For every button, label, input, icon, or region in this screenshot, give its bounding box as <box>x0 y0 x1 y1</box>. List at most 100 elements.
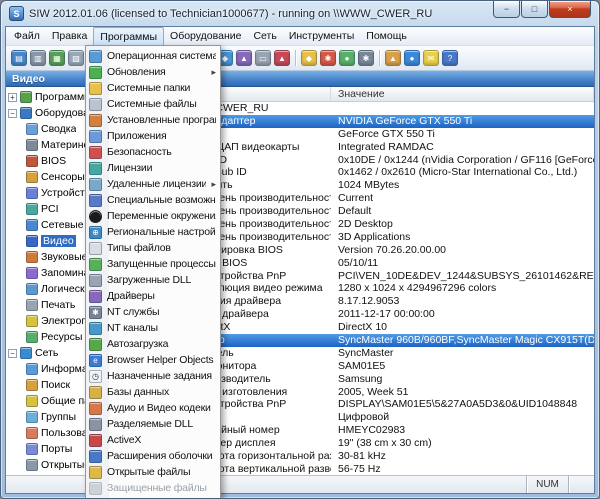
menu-item-licenses[interactable]: Лицензии <box>86 160 220 176</box>
tree-item-groups[interactable]: Группы <box>8 409 85 425</box>
toolbar-processes-icon[interactable]: ● <box>339 50 355 66</box>
toolbar-devices-icon[interactable]: ▲ <box>236 50 252 66</box>
menu-item-running-processes[interactable]: Запущенные процессы <box>86 256 220 272</box>
menu-item-installed-programs[interactable]: Установленные программы <box>86 112 220 128</box>
menu-item-scheduled-tasks[interactable]: ◷Назначенные задания <box>86 368 220 384</box>
tree-expander-icon[interactable]: + <box>8 93 17 102</box>
menu-item-label: Операционная система <box>107 50 216 62</box>
tree-item-printing[interactable]: Печать <box>8 297 85 313</box>
tree-item-network-adapters[interactable]: Сетевые адаптеры <box>8 217 85 233</box>
menu-item-open-files[interactable]: Открытые файлы <box>86 464 220 480</box>
row-value: 1024 MBytes <box>331 179 594 192</box>
information-icon <box>26 363 38 375</box>
menubar-item-file[interactable]: Файл <box>8 27 46 45</box>
tree-expander-icon[interactable]: − <box>8 109 17 118</box>
toolbar-copy-icon[interactable]: ▥ <box>30 50 46 66</box>
menu-item-audio-video-codecs[interactable]: Аудио и Видео кодеки <box>86 400 220 416</box>
menu-item-drivers[interactable]: Драйверы <box>86 288 220 304</box>
menu-item-loaded-dll[interactable]: Загруженные DLL <box>86 272 220 288</box>
toolbar-help-icon[interactable]: ? <box>442 50 458 66</box>
menu-item-shell-extensions[interactable]: Расширения оболочки <box>86 448 220 464</box>
menu-item-nt-services[interactable]: ✱NT службы <box>86 304 220 320</box>
menu-item-system-files[interactable]: Системные файлы <box>86 96 220 112</box>
toolbar-report-icon[interactable]: ▦ <box>49 50 65 66</box>
menu-item-databases[interactable]: Базы данных <box>86 384 220 400</box>
menu-item-accessibility[interactable]: Специальные возможности <box>86 192 220 208</box>
menubar-item-network[interactable]: Сеть <box>247 27 282 45</box>
toolbar-printer-icon[interactable]: ▭ <box>255 50 271 66</box>
menu-item-label: Разделяемые DLL <box>107 418 216 430</box>
row-value: GeForce GTX 550 Ti <box>331 128 594 141</box>
toolbar-web-icon[interactable]: ● <box>404 50 420 66</box>
tree-item-network[interactable]: −Сеть <box>8 345 85 361</box>
toolbar-home-icon[interactable]: ▲ <box>385 50 401 66</box>
menubar-item-programs[interactable]: Программы <box>93 27 164 45</box>
tree-item-motherboard[interactable]: Материнская плата <box>8 137 85 153</box>
toolbar-mail-icon[interactable]: ✉ <box>423 50 439 66</box>
menu-item-label: Загруженные DLL <box>107 274 216 286</box>
toolbar-print-icon[interactable]: ▧ <box>68 50 84 66</box>
menubar-item-edit[interactable]: Правка <box>46 27 93 45</box>
menu-item-remote-licenses[interactable]: Удаленные лицензии▸ <box>86 176 220 192</box>
tree-item-label: Сводка <box>41 123 76 135</box>
tree-item-pci[interactable]: PCI <box>8 201 85 217</box>
toolbar-services-icon[interactable]: ✱ <box>358 50 374 66</box>
tree-item-label: Электропитание <box>41 315 85 327</box>
tree-item-programs[interactable]: +Программы <box>8 89 85 105</box>
toolbar-summary-icon[interactable]: ▤ <box>11 50 27 66</box>
tree-expander-icon[interactable]: − <box>8 349 17 358</box>
tree-item-logical-disks[interactable]: Логические диски <box>8 281 85 297</box>
tree-item-power[interactable]: Электропитание <box>8 313 85 329</box>
printing-icon <box>26 299 38 311</box>
menu-item-regional-settings[interactable]: ⊕Региональные настройки <box>86 224 220 240</box>
menubar-item-help[interactable]: Помощь <box>360 27 413 45</box>
tree-item-label: Сетевые адаптеры <box>41 219 85 231</box>
menu-item-environment-variables[interactable]: Переменные окружения <box>86 208 220 224</box>
menu-item-label: Лицензии <box>107 162 216 174</box>
menu-item-shared-dll[interactable]: Разделяемые DLL <box>86 416 220 432</box>
menu-item-updates[interactable]: Обновления▸ <box>86 64 220 80</box>
tree-item-devices[interactable]: Устройства <box>8 185 85 201</box>
menu-item-label: Драйверы <box>107 290 216 302</box>
tree-item-search[interactable]: Поиск <box>8 377 85 393</box>
app-icon: S <box>9 6 24 21</box>
tree-item-summary[interactable]: Сводка <box>8 121 85 137</box>
column-header-value[interactable]: Значение <box>331 87 594 101</box>
menu-item-browser-helper-objects[interactable]: eBrowser Helper Objects <box>86 352 220 368</box>
tree-item-information[interactable]: Информация <box>8 361 85 377</box>
toolbar-key-icon[interactable]: ◆ <box>301 50 317 66</box>
window-close-button[interactable]: × <box>549 1 591 18</box>
toolbar-security-icon[interactable]: ▲ <box>274 50 290 66</box>
tree-item-label: Видео <box>41 235 76 247</box>
menu-item-autorun[interactable]: Автозагрузка <box>86 336 220 352</box>
row-value: 56-75 Hz <box>331 463 594 475</box>
window-minimize-button[interactable]: − <box>493 1 520 18</box>
window-maximize-button[interactable]: □ <box>521 1 548 18</box>
menu-item-activex[interactable]: ActiveX <box>86 432 220 448</box>
tree-item-ports[interactable]: Порты <box>8 441 85 457</box>
row-value: SyncMaster <box>331 347 594 360</box>
tree-item-hardware[interactable]: −Оборудование <box>8 105 85 121</box>
menu-item-file-types[interactable]: Типы файлов <box>86 240 220 256</box>
tree-item-video[interactable]: Видео <box>8 233 85 249</box>
tree-item-storage-devices[interactable]: Запоминающие устройства <box>8 265 85 281</box>
menu-item-nt-pipes[interactable]: NT каналы <box>86 320 220 336</box>
tree-item-users[interactable]: Пользователи <box>8 425 85 441</box>
menu-item-system-folders[interactable]: Системные папки <box>86 80 220 96</box>
menu-item-security[interactable]: Безопасность <box>86 144 220 160</box>
toolbar-tools-icon[interactable]: ✱ <box>320 50 336 66</box>
menubar-item-tools[interactable]: Инструменты <box>283 27 360 45</box>
menubar-item-hardware[interactable]: Оборудование <box>164 27 247 45</box>
menu-item-applications[interactable]: Приложения <box>86 128 220 144</box>
running-processes-icon <box>89 258 102 271</box>
file-types-icon <box>89 242 102 255</box>
menu-item-operating-system[interactable]: Операционная система <box>86 48 220 64</box>
tree-item-label: Устройства <box>41 187 85 199</box>
tree-item-shared-folders[interactable]: Общие папки <box>8 393 85 409</box>
protected-files-icon <box>89 482 102 495</box>
tree-item-audio-devices[interactable]: Звуковые устройства <box>8 249 85 265</box>
tree-item-resources[interactable]: Ресурсы <box>8 329 85 345</box>
tree-item-sensors[interactable]: Сенсоры <box>8 169 85 185</box>
tree-item-bios[interactable]: BIOS <box>8 153 85 169</box>
tree-item-open-ports[interactable]: Открытые порты <box>8 457 85 473</box>
